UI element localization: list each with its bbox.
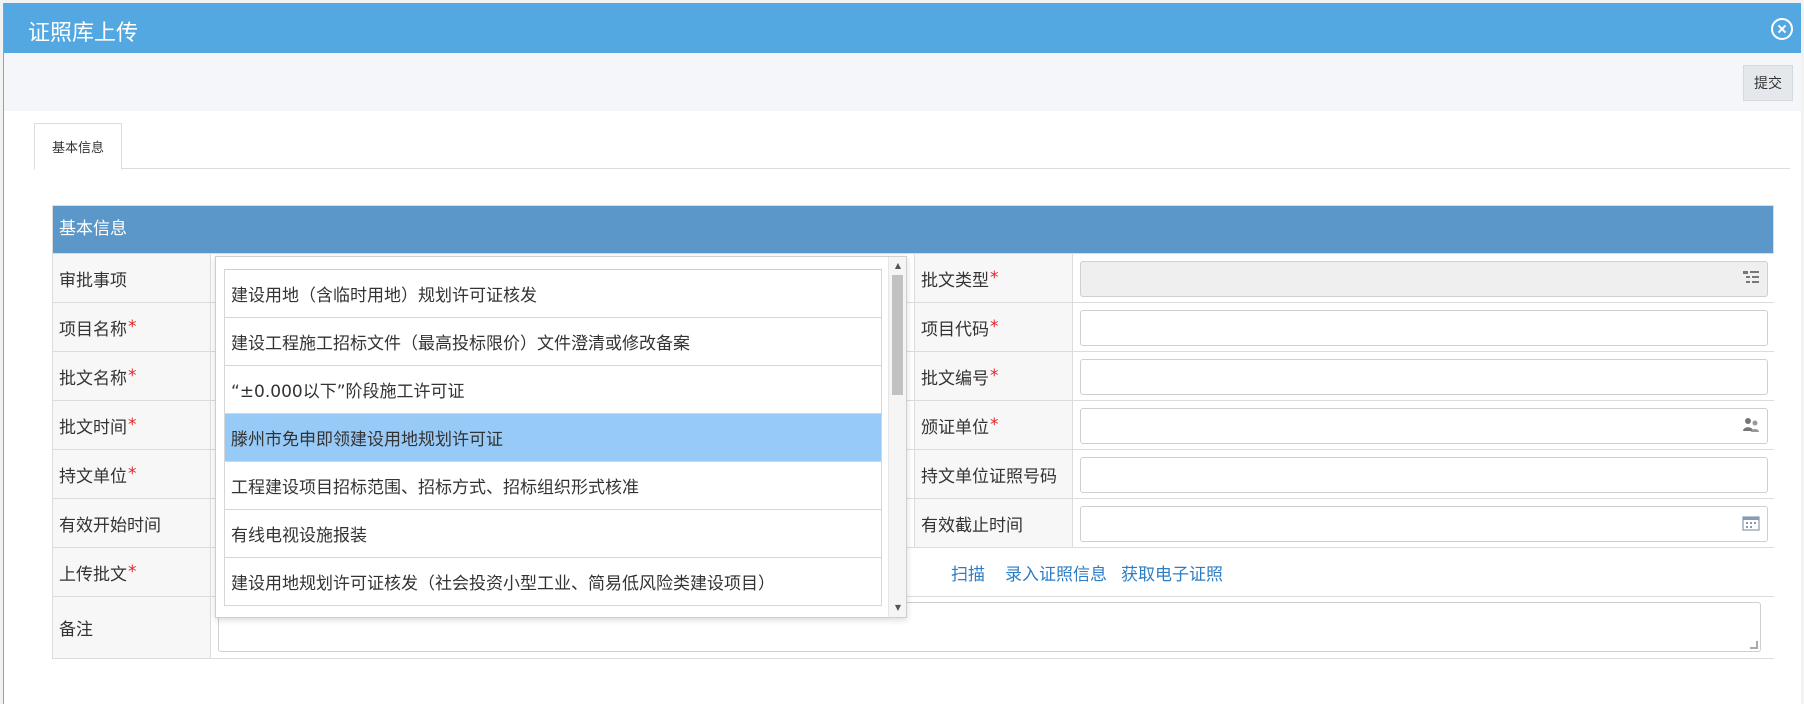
dropdown-scrollbar[interactable]: ▲ ▼: [888, 257, 906, 617]
dialog-titlebar: 证照库上传: [4, 3, 1801, 53]
issuer-input[interactable]: [1080, 408, 1768, 444]
upload-actions: 扫描 录入证照信息 获取电子证照: [951, 548, 1223, 596]
tab-basic-info[interactable]: 基本信息: [34, 123, 122, 170]
doc-name-label: 批文名称 *: [53, 352, 211, 400]
issuer-cell: [1073, 401, 1775, 449]
project-code-input[interactable]: [1080, 310, 1768, 346]
doc-no-cell: [1073, 352, 1775, 400]
valid-start-label: 有效开始时间: [53, 499, 211, 547]
upload-label: 上传批文 *: [53, 548, 211, 596]
required-mark: *: [128, 415, 137, 435]
required-mark: *: [128, 562, 137, 582]
valid-end-label: 有效截止时间: [915, 499, 1073, 547]
doc-type-cell: [1073, 254, 1775, 302]
close-icon[interactable]: [1771, 18, 1793, 40]
doc-no-input[interactable]: [1080, 359, 1768, 395]
label-text: 备注: [59, 620, 93, 640]
label-text: 颁证单位: [921, 417, 989, 438]
label-text: 项目名称: [59, 319, 127, 340]
resize-handle[interactable]: [1750, 641, 1758, 649]
required-mark: *: [128, 317, 137, 337]
project-code-label: 项目代码 *: [915, 303, 1073, 351]
dropdown-option[interactable]: “±0.000以下”阶段施工许可证: [224, 366, 882, 414]
dropdown-option[interactable]: 滕州市免申即领建设用地规划许可证: [224, 414, 882, 462]
holder-cert-no-label: 持文单位证照号码: [915, 450, 1073, 498]
scroll-up-icon[interactable]: ▲: [889, 259, 907, 273]
required-mark: *: [990, 415, 999, 435]
doc-type-field[interactable]: [1080, 261, 1768, 297]
get-ecert-link[interactable]: 获取电子证照: [1121, 560, 1223, 585]
dropdown-option[interactable]: 建设用地规划许可证核发（社会投资小型工业、简易低风险类建设项目）: [224, 558, 882, 606]
dialog-title: 证照库上传: [28, 21, 139, 46]
label-text: 审批事项: [59, 270, 127, 291]
label-text: 项目代码: [921, 319, 989, 340]
valid-end-input[interactable]: [1080, 506, 1768, 542]
dropdown-option[interactable]: 建设用地（含临时用地）规划许可证核发: [224, 270, 882, 318]
scroll-thumb[interactable]: [892, 275, 903, 395]
users-icon[interactable]: [1741, 417, 1761, 435]
label-text: 持文单位证照号码: [921, 466, 1057, 487]
dropdown-option[interactable]: 工程建设项目招标范围、招标方式、招标组织形式核准: [224, 462, 882, 510]
issuer-label: 颁证单位 *: [915, 401, 1073, 449]
approval-item-label: 审批事项: [53, 254, 211, 302]
label-text: 批文时间: [59, 417, 127, 438]
label-text: 批文名称: [59, 368, 127, 389]
holder-cert-no-cell: [1073, 450, 1775, 498]
dropdown-option[interactable]: 建设工程施工招标文件（最高投标限价）文件澄清或修改备案: [224, 318, 882, 366]
approval-item-dropdown: 建设用地（含临时用地）规划许可证核发 建设工程施工招标文件（最高投标限价）文件澄清…: [215, 256, 907, 618]
valid-end-cell: [1073, 499, 1775, 547]
required-mark: *: [128, 464, 137, 484]
label-text: 上传批文: [59, 564, 127, 585]
project-code-cell: [1073, 303, 1775, 351]
required-mark: *: [990, 366, 999, 386]
doc-time-label: 批文时间 *: [53, 401, 211, 449]
project-name-label: 项目名称 *: [53, 303, 211, 351]
doc-no-label: 批文编号 *: [915, 352, 1073, 400]
enter-cert-link[interactable]: 录入证照信息: [1005, 560, 1107, 585]
note-label: 备注: [53, 597, 211, 658]
doc-type-label: 批文类型 *: [915, 254, 1073, 302]
tree-list-icon[interactable]: [1741, 270, 1761, 288]
tab-bar: 基本信息: [34, 121, 1790, 170]
section-title: 基本信息: [53, 206, 1773, 253]
required-mark: *: [128, 366, 137, 386]
label-text: 持文单位: [59, 466, 127, 487]
holder-cert-no-input[interactable]: [1080, 457, 1768, 493]
label-text: 有效截止时间: [921, 515, 1023, 536]
label-text: 批文编号: [921, 368, 989, 389]
submit-button[interactable]: 提交: [1743, 65, 1793, 101]
scan-link[interactable]: 扫描: [951, 560, 985, 585]
toolbar: 提交: [4, 53, 1801, 111]
calendar-icon[interactable]: [1741, 515, 1761, 533]
required-mark: *: [990, 317, 999, 337]
scroll-down-icon[interactable]: ▼: [889, 601, 907, 615]
label-text: 有效开始时间: [59, 515, 161, 536]
dropdown-option[interactable]: 有线电视设施报装: [224, 510, 882, 558]
dropdown-list: 建设用地（含临时用地）规划许可证核发 建设工程施工招标文件（最高投标限价）文件澄清…: [224, 269, 882, 617]
holder-unit-label: 持文单位 *: [53, 450, 211, 498]
required-mark: *: [990, 268, 999, 288]
label-text: 批文类型: [921, 270, 989, 291]
